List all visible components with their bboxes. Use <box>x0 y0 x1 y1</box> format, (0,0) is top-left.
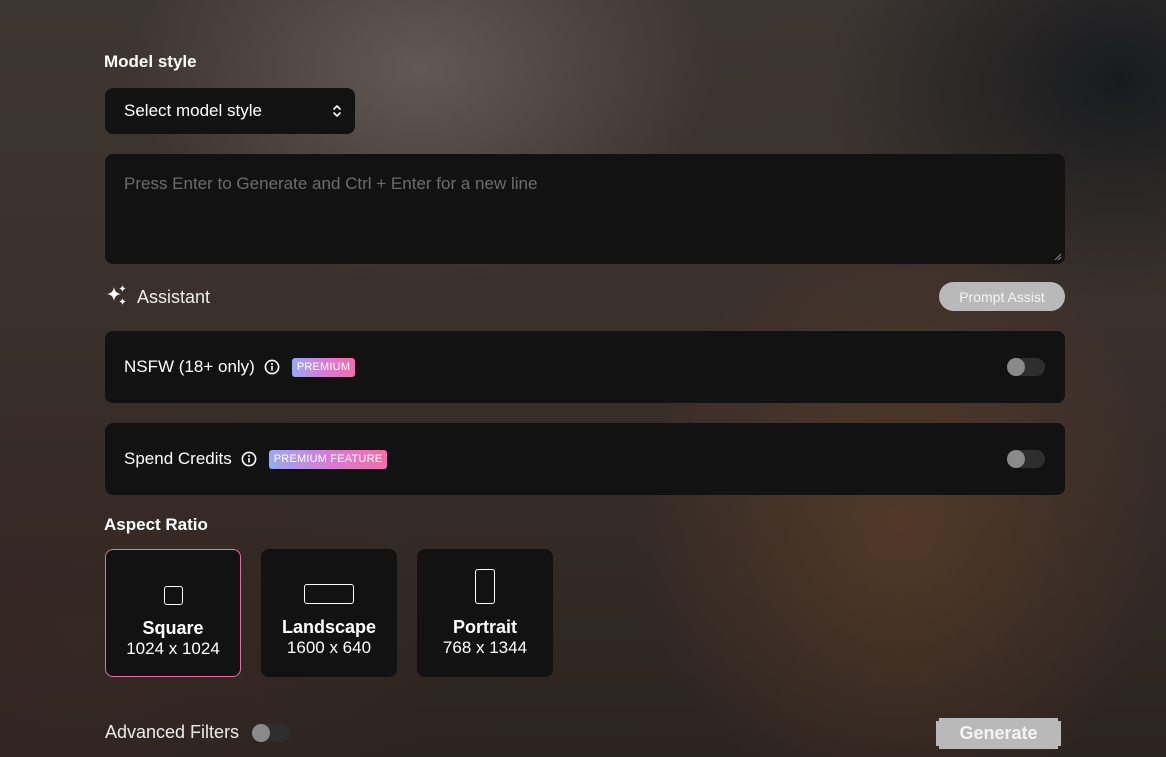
generate-button[interactable]: Generate <box>936 718 1061 749</box>
aspect-ratio-square[interactable]: Square 1024 x 1024 <box>105 549 241 677</box>
square-shape-icon <box>163 586 183 605</box>
portrait-shape-wrap <box>475 549 495 607</box>
aspect-ratio-dims: 768 x 1344 <box>442 638 528 657</box>
model-style-label: Model style <box>104 52 197 71</box>
model-style-select-value: Select model style <box>124 101 262 120</box>
spend-credits-option-card: Spend Credits PREMIUM FEATURE <box>105 423 1065 495</box>
aspect-ratio-landscape[interactable]: Landscape 1600 x 640 <box>261 549 397 677</box>
spend-credits-toggle[interactable] <box>1007 450 1045 468</box>
model-style-select[interactable]: Select model style <box>105 88 355 134</box>
resize-grip-icon[interactable] <box>1054 253 1062 261</box>
nsfw-option-card: NSFW (18+ only) PREMIUM <box>105 331 1065 403</box>
advanced-filters-label: Advanced Filters <box>105 722 240 742</box>
aspect-ratio-name: Square <box>142 618 204 638</box>
aspect-ratio-label: Aspect Ratio <box>104 515 208 534</box>
aspect-ratio-dims: 1024 x 1024 <box>126 639 220 658</box>
nsfw-label: NSFW (18+ only) <box>124 357 255 376</box>
nsfw-toggle[interactable] <box>1007 358 1045 376</box>
landscape-shape-icon <box>304 584 354 604</box>
assistant-row: Assistant <box>106 284 210 311</box>
portrait-shape-icon <box>475 569 495 604</box>
square-shape-wrap <box>163 550 183 608</box>
prompt-textarea[interactable] <box>105 154 1065 264</box>
toggle-knob <box>1007 450 1025 468</box>
prompt-assist-button[interactable]: Prompt Assist <box>939 282 1065 311</box>
premium-feature-badge: PREMIUM FEATURE <box>268 449 388 469</box>
prompt-box <box>105 154 1065 264</box>
advanced-filters-row: Advanced Filters <box>105 722 291 743</box>
toggle-knob <box>1007 358 1025 376</box>
premium-badge: PREMIUM <box>291 357 356 377</box>
advanced-filters-toggle[interactable] <box>252 723 291 742</box>
aspect-ratio-name: Landscape <box>281 617 377 637</box>
aspect-ratio-name: Portrait <box>452 617 517 637</box>
landscape-shape-wrap <box>304 549 354 607</box>
toggle-knob <box>252 723 271 742</box>
aspect-ratio-dims: 1600 x 640 <box>286 638 372 657</box>
sparkles-icon <box>106 284 128 311</box>
spend-credits-label: Spend Credits <box>124 449 232 468</box>
assistant-label: Assistant <box>137 287 211 307</box>
info-circle-icon[interactable] <box>241 451 257 467</box>
info-circle-icon[interactable] <box>264 359 280 375</box>
aspect-ratio-portrait[interactable]: Portrait 768 x 1344 <box>417 549 553 677</box>
chevron-up-down-icon <box>332 103 342 119</box>
